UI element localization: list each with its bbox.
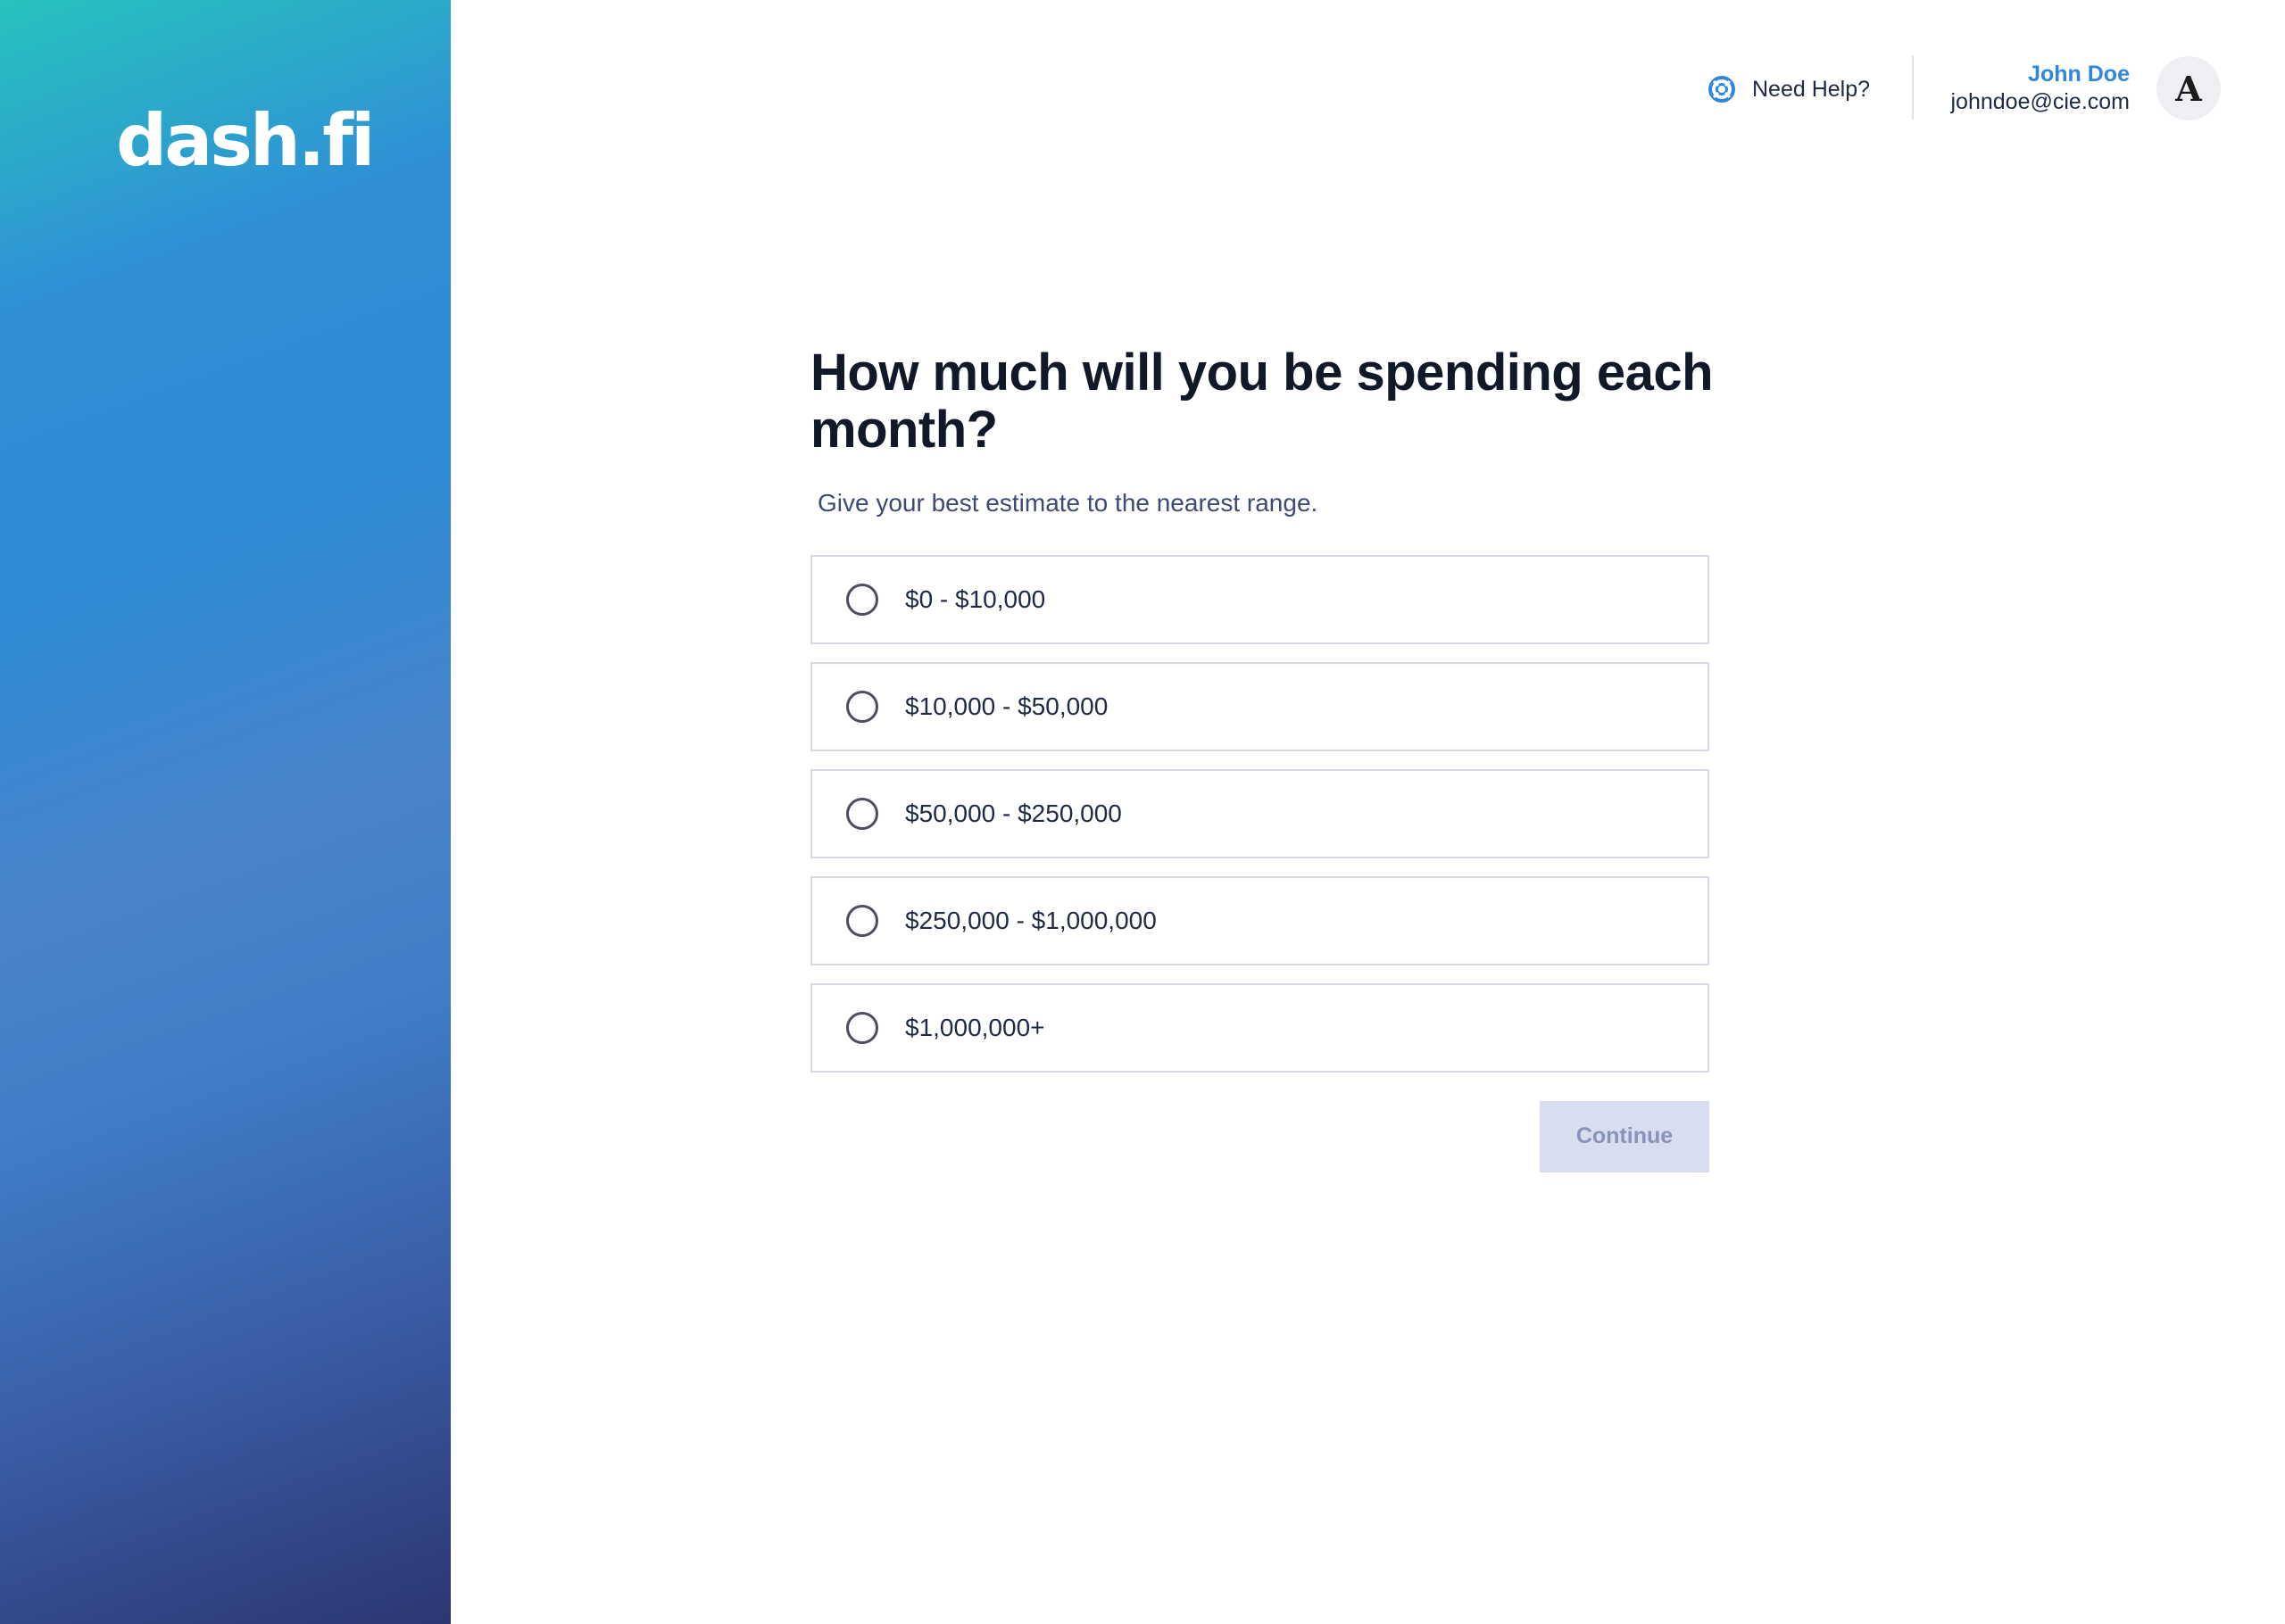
- user-info[interactable]: John Doe johndoe@cie.com: [1951, 61, 2131, 117]
- radio-icon[interactable]: [846, 583, 878, 616]
- option-label: $250,000 - $1,000,000: [905, 906, 1157, 934]
- header-divider: [1912, 55, 1914, 120]
- top-header: Need Help? John Doe johndoe@cie.com A: [451, 0, 2285, 178]
- radio-icon[interactable]: [846, 904, 878, 937]
- need-help-link[interactable]: Need Help?: [1708, 75, 1870, 104]
- spending-options: $0 - $10,000 $10,000 - $50,000 $50,000 -…: [810, 554, 1709, 1073]
- lifebuoy-icon: [1708, 75, 1736, 104]
- brand-sidebar: dash.fi: [0, 0, 451, 1624]
- option-50k-250k[interactable]: $50,000 - $250,000: [810, 768, 1709, 858]
- form-actions: Continue: [810, 1100, 1709, 1172]
- radio-icon[interactable]: [846, 797, 878, 830]
- page-title: How much will you be spending each month…: [810, 344, 1714, 459]
- user-email: johndoe@cie.com: [1950, 89, 2131, 115]
- radio-icon[interactable]: [846, 1011, 878, 1044]
- option-10k-50k[interactable]: $10,000 - $50,000: [810, 661, 1709, 751]
- option-label: $1,000,000+: [905, 1013, 1045, 1041]
- option-label: $10,000 - $50,000: [905, 692, 1109, 720]
- need-help-label: Need Help?: [1752, 76, 1871, 102]
- option-label: $0 - $10,000: [905, 584, 1046, 613]
- avatar[interactable]: A: [2156, 56, 2221, 120]
- option-0-10k[interactable]: $0 - $10,000: [810, 554, 1709, 644]
- option-250k-1m[interactable]: $250,000 - $1,000,000: [810, 875, 1709, 965]
- dashfi-logo[interactable]: dash.fi: [116, 105, 375, 177]
- radio-icon[interactable]: [846, 690, 878, 723]
- option-label: $50,000 - $250,000: [905, 799, 1122, 827]
- continue-button[interactable]: Continue: [1540, 1100, 1709, 1172]
- page-subtitle: Give your best estimate to the nearest r…: [818, 488, 1318, 517]
- spending-form: How much will you be spending each month…: [810, 344, 1864, 1172]
- option-1m-plus[interactable]: $1,000,000+: [810, 982, 1709, 1073]
- user-name: John Doe: [2028, 62, 2130, 87]
